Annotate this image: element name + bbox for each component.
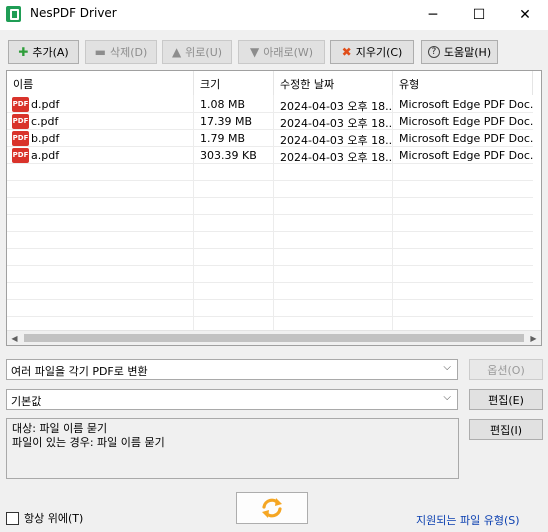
profile-value: 기본값 xyxy=(11,395,42,408)
column-header-type[interactable]: 유형 xyxy=(393,71,533,95)
grid-line xyxy=(7,197,533,198)
arrow-down-icon: ▼ xyxy=(249,45,260,59)
column-header-modified[interactable]: 수정한 날짜 xyxy=(274,71,393,95)
always-on-top-checkbox[interactable]: 항상 위에(T) xyxy=(6,510,83,526)
title-bar: NesPDF Driver ─ ☐ ✕ xyxy=(0,0,548,30)
grid-line xyxy=(7,180,533,181)
clear-button[interactable]: ✖ 지우기(C) xyxy=(330,40,414,64)
move-up-button[interactable]: ▲ 위로(U) xyxy=(162,40,232,64)
app-icon xyxy=(6,6,21,22)
grid-line xyxy=(7,248,533,249)
options-button[interactable]: 옵션(O) xyxy=(469,359,543,380)
cell-name: c.pdf xyxy=(31,115,59,128)
move-down-button-label: 아래로(W) xyxy=(263,46,314,59)
cell-size: 303.39 KB xyxy=(200,149,257,162)
scroll-right-icon[interactable]: ▶ xyxy=(526,331,541,345)
conversion-mode-select[interactable]: 여러 파일을 각기 PDF로 변환 ⌵ xyxy=(6,359,458,380)
close-button[interactable]: ✕ xyxy=(502,0,548,30)
cell-size: 17.39 MB xyxy=(200,115,253,128)
column-header-size[interactable]: 크기 xyxy=(194,71,274,95)
grid-line xyxy=(7,299,533,300)
help-button[interactable]: ? 도움말(H) xyxy=(421,40,498,64)
minimize-button[interactable]: ─ xyxy=(410,0,456,30)
cell-modified: 2024-04-03 오후 18... xyxy=(280,134,392,147)
minus-icon: ▬ xyxy=(94,45,107,59)
cell-type: Microsoft Edge PDF Doc... xyxy=(399,98,533,111)
info-target: 대상: 파일 이름 묻기 xyxy=(12,422,108,435)
edit-output-button[interactable]: 편집(I) xyxy=(469,419,543,440)
horizontal-scrollbar[interactable]: ◀ ▶ xyxy=(7,330,541,345)
help-button-label: 도움말(H) xyxy=(443,46,492,59)
cell-name: d.pdf xyxy=(31,98,60,111)
cell-type: Microsoft Edge PDF Doc... xyxy=(399,132,533,145)
edit-profile-button[interactable]: 편집(E) xyxy=(469,389,543,410)
always-on-top-label: 항상 위에(T) xyxy=(24,512,84,525)
plus-icon: ✚ xyxy=(18,45,29,59)
profile-select[interactable]: 기본값 ⌵ xyxy=(6,389,458,410)
chevron-down-icon: ⌵ xyxy=(443,362,451,373)
move-down-button[interactable]: ▼ 아래로(W) xyxy=(238,40,325,64)
supported-file-types-link[interactable]: 지원되는 파일 유형(S) xyxy=(416,512,520,528)
delete-button-label: 삭제(D) xyxy=(110,46,148,59)
delete-button[interactable]: ▬ 삭제(D) xyxy=(85,40,157,64)
help-icon: ? xyxy=(427,46,440,58)
grid-line xyxy=(7,214,533,215)
conversion-mode-value: 여러 파일을 각기 PDF로 변환 xyxy=(11,365,148,378)
window-title: NesPDF Driver xyxy=(30,6,117,20)
column-header-name[interactable]: 이름 xyxy=(7,71,194,95)
grid-line xyxy=(7,231,533,232)
convert-button[interactable] xyxy=(236,492,308,524)
table-row[interactable]: PDF c.pdf 17.39 MB 2024-04-03 오후 18... M… xyxy=(7,113,533,130)
cell-modified: 2024-04-03 오후 18... xyxy=(280,151,392,164)
cell-modified: 2024-04-03 오후 18... xyxy=(280,100,392,113)
cell-type: Microsoft Edge PDF Doc... xyxy=(399,149,533,162)
cell-modified: 2024-04-03 오후 18... xyxy=(280,117,392,130)
grid-line xyxy=(7,282,533,283)
cell-name: a.pdf xyxy=(31,149,60,162)
table-row[interactable]: PDF a.pdf 303.39 KB 2024-04-03 오후 18... … xyxy=(7,147,533,164)
maximize-button[interactable]: ☐ xyxy=(456,0,502,30)
info-existing-file: 파일이 있는 경우: 파일 이름 묻기 xyxy=(12,436,165,449)
cell-type: Microsoft Edge PDF Doc... xyxy=(399,115,533,128)
refresh-convert-icon xyxy=(262,498,282,518)
cell-size: 1.79 MB xyxy=(200,132,246,145)
cell-name: b.pdf xyxy=(31,132,60,145)
list-header: 이름 크기 수정한 날짜 유형 xyxy=(7,71,533,95)
output-info-box: 대상: 파일 이름 묻기 파일이 있는 경우: 파일 이름 묻기 xyxy=(6,418,459,479)
add-button-label: 추가(A) xyxy=(32,46,69,59)
move-up-button-label: 위로(U) xyxy=(185,46,223,59)
file-list[interactable]: 이름 크기 수정한 날짜 유형 PDF d.pdf 1.08 MB 2024-0… xyxy=(6,70,542,346)
arrow-up-icon: ▲ xyxy=(171,45,182,59)
checkbox-box[interactable] xyxy=(6,511,19,525)
add-button[interactable]: ✚ 추가(A) xyxy=(8,40,79,64)
chevron-down-icon: ⌵ xyxy=(443,392,451,403)
table-row[interactable]: PDF b.pdf 1.79 MB 2024-04-03 오후 18... Mi… xyxy=(7,130,533,147)
cell-size: 1.08 MB xyxy=(200,98,246,111)
clear-button-label: 지우기(C) xyxy=(355,46,403,59)
toolbar: ✚ 추가(A) ▬ 삭제(D) ▲ 위로(U) ▼ 아래로(W) ✖ 지우기(C… xyxy=(0,40,548,66)
grid-line xyxy=(7,265,533,266)
clear-x-icon: ✖ xyxy=(341,45,352,59)
scrollbar-thumb[interactable] xyxy=(24,334,524,342)
scroll-left-icon[interactable]: ◀ xyxy=(7,331,22,345)
grid-line xyxy=(7,316,533,317)
table-row[interactable]: PDF d.pdf 1.08 MB 2024-04-03 오후 18... Mi… xyxy=(7,96,533,113)
